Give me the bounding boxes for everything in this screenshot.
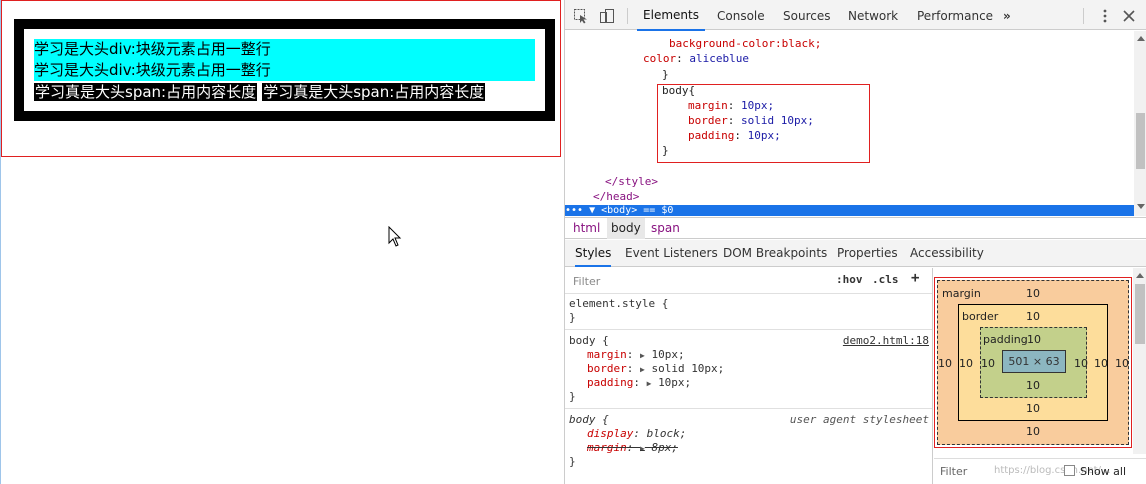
padding-left-value[interactable]: 10 [981, 357, 995, 370]
body-style-rule: body { demo2.html:18 margin: ▶ 10px; bor… [565, 331, 932, 409]
box-model-pane: 501 × 63 margin 10 10 10 10 border 10 10… [934, 268, 1146, 484]
padding-label: padding [983, 333, 1028, 346]
body-prop-border[interactable]: border: ▶ solid 10px; [587, 362, 724, 376]
span-row: 学习真是大头span:占用内容长度 学习真是大头span:占用内容长度 [34, 81, 535, 102]
more-tabs-button[interactable]: » [1003, 0, 1011, 30]
scroll-down-icon[interactable] [1137, 204, 1145, 210]
inspect-element-icon[interactable] [573, 8, 589, 24]
tab-elements[interactable]: Elements [637, 0, 705, 31]
tab-performance[interactable]: Performance [917, 0, 993, 30]
tab-accessibility[interactable]: Accessibility [910, 240, 984, 267]
breadcrumb-body[interactable]: body [607, 218, 645, 239]
computed-filter-input[interactable]: Filter [940, 465, 967, 478]
code-line-padding: padding: 10px; [688, 129, 781, 142]
code-line-bgcolor: background-color:black; [669, 37, 822, 50]
code-line-border: border: solid 10px; [688, 114, 814, 127]
margin-label: margin [942, 287, 981, 300]
rule-close-brace: } [569, 390, 576, 403]
div-block-2: 学习是大头div:块级元素占用一整行 [34, 60, 535, 81]
kebab-menu-icon[interactable] [1097, 8, 1113, 24]
ua-prop-margin-overridden: margin: ▶ 8px; [587, 441, 678, 454]
selected-body-node[interactable]: ••• ▼ <body> == $0 [565, 205, 1134, 216]
box-model-scrollbar[interactable] [1133, 268, 1146, 454]
element-style-selector[interactable]: element.style { [569, 297, 668, 311]
ua-style-rule: body { user agent stylesheet display: bl… [565, 410, 932, 474]
toolbar-divider [627, 8, 628, 24]
padding-bottom-value[interactable]: 10 [1026, 379, 1040, 392]
padding-top-value[interactable]: 10 [1027, 333, 1041, 346]
cls-toggle[interactable]: .cls [872, 273, 899, 286]
code-line-color: color: aliceblue [643, 52, 749, 65]
scroll-up-icon[interactable] [1137, 35, 1145, 41]
span-inline-2: 学习真是大头span:占用内容长度 [262, 83, 486, 101]
show-all-checkbox[interactable] [1064, 465, 1075, 476]
page-viewport: 学习是大头div:块级元素占用一整行 学习是大头div:块级元素占用一整行 学习… [0, 0, 564, 484]
new-rule-button[interactable]: + [911, 270, 919, 286]
tab-styles[interactable]: Styles [575, 240, 612, 267]
code-line-head-close[interactable]: </head> [593, 189, 639, 204]
element-style-rule: element.style { } [565, 294, 932, 330]
body-prop-margin[interactable]: margin: ▶ 10px; [587, 348, 685, 362]
tab-network[interactable]: Network [848, 0, 898, 30]
body-rule-selector[interactable]: body { [569, 334, 609, 348]
body-rule-source-link[interactable]: demo2.html:18 [843, 334, 929, 348]
padding-right-value[interactable]: 10 [1074, 357, 1088, 370]
show-all-label: Show all [1080, 465, 1127, 478]
styles-subtabs: Styles Event Listeners DOM Breakpoints P… [565, 240, 1146, 267]
devtools-toolbar: Elements Console Sources Network Perform… [565, 0, 1146, 31]
elements-scrollbar[interactable] [1134, 31, 1146, 216]
breadcrumb-html[interactable]: html [569, 218, 604, 239]
border-bottom-value[interactable]: 10 [1026, 402, 1040, 415]
elements-scroll-thumb[interactable] [1136, 113, 1145, 169]
ua-prop-display: display: block; [587, 427, 687, 440]
page-body-box: 学习是大头div:块级元素占用一整行 学习是大头div:块级元素占用一整行 学习… [14, 19, 555, 121]
computed-filter-row: Filter https://blog.csdn.net/... Show al… [934, 458, 1146, 484]
close-icon[interactable] [1121, 8, 1137, 24]
styles-filter-input[interactable] [571, 272, 821, 290]
margin-bottom-value[interactable]: 10 [1026, 425, 1040, 438]
tab-sources[interactable]: Sources [783, 0, 830, 30]
border-top-value[interactable]: 10 [1026, 310, 1040, 323]
box-model-content[interactable]: 501 × 63 [1002, 350, 1066, 373]
tab-properties[interactable]: Properties [837, 240, 898, 267]
devtools-panel: Elements Console Sources Network Perform… [564, 0, 1146, 484]
margin-right-value[interactable]: 10 [1115, 357, 1129, 370]
toolbar-divider-2 [1083, 8, 1084, 24]
mouse-cursor-icon [388, 226, 402, 247]
tab-event-listeners[interactable]: Event Listeners [625, 240, 718, 267]
code-line-style-close[interactable]: </style> [605, 174, 658, 189]
device-toolbar-icon[interactable] [599, 8, 615, 24]
scroll-up-icon[interactable] [1136, 272, 1144, 278]
breadcrumb: html body span [565, 217, 1146, 239]
hov-toggle[interactable]: :hov [836, 273, 863, 286]
elements-dom-tree[interactable]: background-color:black; color: aliceblue… [565, 31, 1134, 216]
code-line-margin: margin: 10px; [688, 99, 775, 112]
tab-dom-breakpoints[interactable]: DOM Breakpoints [723, 240, 827, 267]
body-prop-padding[interactable]: padding: ▶ 10px; [587, 376, 691, 390]
ua-rule-selector: body { [569, 413, 609, 426]
border-label: border [962, 310, 999, 323]
breadcrumb-span[interactable]: span [647, 218, 684, 239]
styles-pane: :hov .cls + element.style { } body { dem… [565, 268, 933, 484]
ua-stylesheet-label: user agent stylesheet [789, 413, 929, 426]
rule-close-brace: } [569, 311, 576, 324]
code-line-body-close: } [662, 144, 669, 157]
tab-console[interactable]: Console [717, 0, 765, 30]
border-right-value[interactable]: 10 [1094, 357, 1108, 370]
margin-left-value[interactable]: 10 [938, 357, 952, 370]
code-line-body-open: body{ [662, 84, 696, 97]
box-model-scroll-thumb[interactable] [1135, 284, 1145, 344]
border-left-value[interactable]: 10 [959, 357, 973, 370]
margin-top-value[interactable]: 10 [1026, 287, 1040, 300]
rule-close-brace: } [569, 455, 576, 468]
code-line-close-brace: } [662, 68, 669, 81]
div-block-1: 学习是大头div:块级元素占用一整行 [34, 39, 535, 60]
styles-filter-row: :hov .cls + [565, 268, 932, 294]
span-inline-1: 学习真是大头span:占用内容长度 [34, 83, 258, 101]
